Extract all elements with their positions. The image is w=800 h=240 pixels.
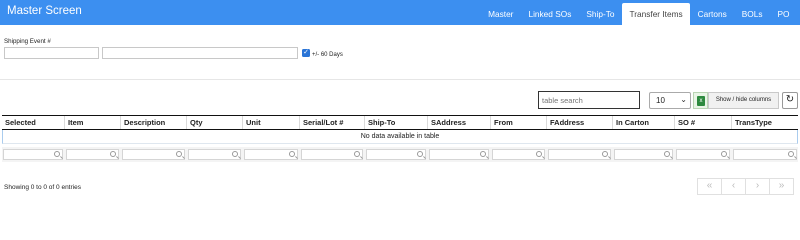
page-length-value: 10 [656,96,665,105]
search-icon [721,151,727,157]
table-info: Showing 0 to 0 of 0 entries [4,184,81,191]
tab-cartons[interactable]: Cartons [690,3,734,25]
last-page-button[interactable]: » [769,178,794,195]
tab-bols[interactable]: BOLs [734,3,770,25]
column-header-unit[interactable]: Unit [243,116,300,129]
search-icon [536,151,542,157]
shipping-event-detail-input[interactable] [102,47,298,59]
filter-input-item[interactable] [66,149,119,160]
first-page-button[interactable]: « [697,178,722,195]
days-checkbox-label: +/- 60 Days [312,52,343,58]
tab-ship-to[interactable]: Ship-To [579,3,622,25]
app-title: Master Screen [7,5,82,17]
shipping-event-label: Shipping Event # [4,38,51,45]
column-header-selected[interactable]: Selected [2,116,65,129]
table-header-row: Selected Item Description Qty Unit Seria… [2,115,798,130]
search-icon [110,151,116,157]
tab-po[interactable]: PO [770,3,797,25]
column-header-faddress[interactable]: FAddress [547,116,613,129]
excel-export-button[interactable]: x [693,92,708,109]
filter-input-serial-lot[interactable] [301,149,363,160]
column-header-saddress[interactable]: SAddress [428,116,491,129]
tab-linked-sos[interactable]: Linked SOs [521,3,579,25]
table-empty-message: No data available in table [2,130,798,144]
filter-input-selected[interactable] [3,149,63,160]
search-icon [417,151,423,157]
filter-input-in-carton[interactable] [614,149,673,160]
search-icon [602,151,608,157]
search-icon [232,151,238,157]
page-length-select[interactable]: 10 ⌄ [649,92,691,109]
search-icon [176,151,182,157]
column-header-description[interactable]: Description [121,116,187,129]
filter-input-saddress[interactable] [429,149,489,160]
column-filter-row [2,147,798,162]
shipping-event-input[interactable] [4,47,99,59]
filter-input-trans-type[interactable] [733,149,797,160]
column-header-serial-lot[interactable]: Serial/Lot # [300,116,365,129]
column-header-item[interactable]: Item [65,116,121,129]
search-icon [664,151,670,157]
search-icon [788,151,794,157]
filter-input-qty[interactable] [188,149,241,160]
filter-input-unit[interactable] [244,149,298,160]
tab-master[interactable]: Master [481,3,521,25]
previous-page-button[interactable]: ‹ [721,178,746,195]
next-page-button[interactable]: › [745,178,770,195]
days-checkbox[interactable]: ✓ [302,49,310,57]
filter-input-from[interactable] [492,149,545,160]
search-icon [54,151,60,157]
column-header-qty[interactable]: Qty [187,116,243,129]
chevron-down-icon: ⌄ [680,95,687,104]
filter-input-description[interactable] [122,149,185,160]
tab-bar: Master Linked SOs Ship-To Transfer Items… [481,3,797,25]
table-search-input[interactable] [538,91,640,109]
column-header-ship-to[interactable]: Ship-To [365,116,428,129]
search-icon [289,151,295,157]
shipping-event-form: Shipping Event # ✓ +/- 60 Days [0,25,800,80]
pagination: « ‹ › » [697,178,794,195]
top-navbar: Master Screen Master Linked SOs Ship-To … [0,0,800,25]
refresh-button[interactable]: ↻ [782,92,798,109]
tab-transfer-items[interactable]: Transfer Items [621,3,691,25]
filter-input-so-number[interactable] [676,149,730,160]
filter-input-ship-to[interactable] [366,149,426,160]
refresh-icon: ↻ [785,94,795,105]
excel-export-icon: x [697,96,705,106]
column-header-in-carton[interactable]: In Carton [613,116,675,129]
column-header-trans-type[interactable]: TransType [732,116,798,129]
column-header-so-number[interactable]: SO # [675,116,732,129]
show-hide-columns-button[interactable]: Show / hide columns [708,92,779,109]
search-icon [354,151,360,157]
filter-input-faddress[interactable] [548,149,611,160]
search-icon [480,151,486,157]
column-header-from[interactable]: From [491,116,547,129]
